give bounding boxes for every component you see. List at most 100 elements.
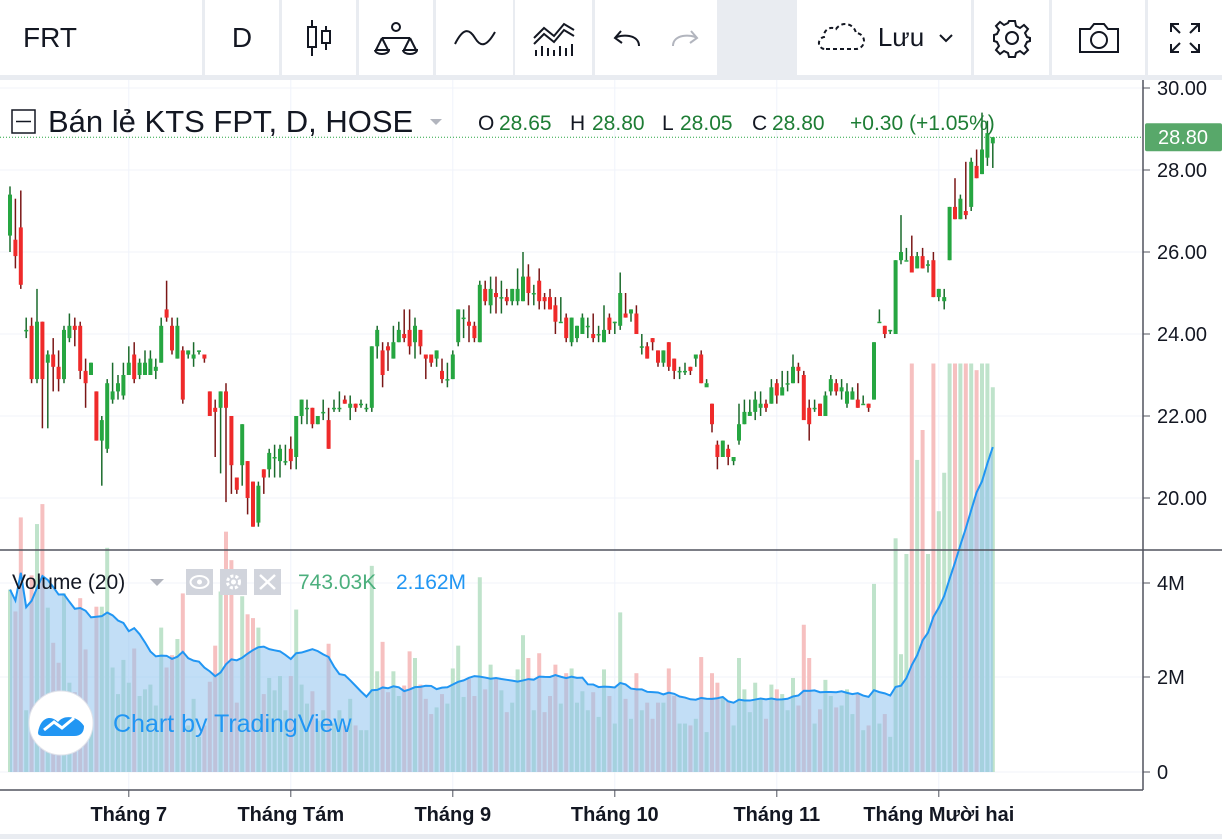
candle-body	[315, 416, 320, 425]
candle-body	[785, 383, 790, 385]
candle-body	[191, 354, 196, 359]
candle-body	[170, 325, 174, 351]
cloud-icon	[817, 22, 865, 50]
chart-canvas[interactable]: 30.00 28.00 26.00 24.00 22.00 20.00 4M 2M 0 Thá…	[0, 78, 1222, 834]
candle	[310, 407, 315, 429]
candle-body	[364, 407, 369, 410]
candle	[72, 317, 77, 347]
compare-button[interactable]	[436, 0, 513, 75]
candle-body	[299, 399, 304, 416]
volume-axis[interactable]: 4M 2M 0	[1143, 573, 1185, 784]
settings-button[interactable]	[974, 0, 1049, 75]
candle	[35, 288, 39, 384]
candle	[720, 440, 725, 457]
candle	[423, 354, 428, 380]
fullscreen-icon	[1170, 22, 1200, 53]
candle-body	[834, 383, 839, 392]
candle-body	[467, 321, 471, 326]
candle-body	[326, 420, 331, 449]
save-button[interactable]: Lưu	[797, 0, 971, 75]
interval-button[interactable]: D	[205, 0, 279, 75]
candle-body	[499, 297, 504, 299]
candle	[116, 375, 120, 400]
series-title[interactable]: Bán lẻ KTS FPT, D, HOSE	[48, 104, 413, 139]
candle	[796, 362, 801, 384]
volume-tick-label: 0	[1157, 762, 1168, 784]
candle	[305, 399, 309, 425]
snapshot-button[interactable]	[1052, 0, 1145, 75]
candle	[634, 305, 639, 334]
candle	[629, 309, 633, 322]
candle-body	[828, 379, 833, 392]
chart-style-button[interactable]	[282, 0, 356, 75]
candle	[40, 321, 45, 429]
candle	[402, 309, 407, 343]
candle-body	[526, 276, 531, 293]
candle	[380, 342, 385, 388]
high-value: 28.80	[592, 112, 645, 135]
candle-body	[839, 387, 844, 392]
time-axis[interactable]: Tháng 7 Tháng Tám Tháng 9 Tháng 10 Tháng 11 T…	[90, 790, 1014, 826]
candle	[845, 383, 849, 408]
volume-title[interactable]: Volume (20)	[12, 571, 125, 594]
undo-redo-group	[595, 0, 717, 75]
candle	[272, 444, 277, 478]
candle-body	[234, 477, 239, 490]
candle	[704, 379, 709, 388]
candle	[742, 399, 747, 425]
candle	[861, 395, 866, 406]
candle-body	[132, 354, 137, 380]
gear-icon[interactable]	[220, 569, 247, 595]
indicators-icon	[374, 21, 419, 55]
price-tick-label: 26.00	[1157, 242, 1207, 264]
candle-body	[747, 411, 752, 416]
caret-down-icon[interactable]	[430, 119, 442, 125]
candle-body	[661, 350, 666, 363]
candle	[105, 379, 110, 453]
candle	[364, 403, 369, 412]
candle	[888, 329, 893, 334]
candle-body	[774, 383, 779, 396]
eye-icon[interactable]	[186, 569, 213, 595]
candle	[882, 325, 887, 339]
chart-container[interactable]: 30.00 28.00 26.00 24.00 22.00 20.00 4M 2M 0 Thá…	[0, 78, 1222, 834]
candle	[234, 477, 239, 494]
candle	[488, 276, 493, 314]
candle	[240, 424, 245, 486]
candle	[510, 288, 515, 306]
candle	[472, 321, 477, 343]
candle	[531, 284, 536, 306]
candle-body	[207, 391, 212, 416]
candle	[656, 350, 660, 367]
candle-body	[980, 149, 984, 175]
candle-body	[553, 305, 558, 322]
candle	[553, 297, 558, 334]
candle	[909, 235, 914, 273]
candle	[731, 457, 736, 466]
candle	[526, 264, 531, 306]
candle	[13, 198, 18, 269]
templates-button[interactable]	[515, 0, 592, 75]
time-tick-label: Tháng 7	[90, 804, 167, 826]
candle	[904, 247, 909, 262]
candle	[591, 313, 596, 343]
candle	[661, 350, 666, 367]
symbol-search-button[interactable]: FRT	[0, 0, 202, 75]
price-tick-label: 28.00	[1157, 160, 1207, 182]
candle	[931, 252, 936, 298]
candle	[693, 354, 698, 367]
indicators-button[interactable]	[359, 0, 433, 75]
candle	[18, 190, 23, 289]
candle	[191, 342, 196, 367]
redo-icon[interactable]	[669, 26, 701, 50]
candle	[207, 391, 212, 416]
candle-body	[472, 325, 477, 339]
fullscreen-button[interactable]	[1148, 0, 1222, 75]
candle-body	[445, 379, 450, 381]
candle-body	[186, 350, 191, 355]
close-icon[interactable]	[254, 569, 281, 595]
undo-icon[interactable]	[611, 26, 643, 50]
candle-body	[548, 297, 552, 310]
candle	[936, 288, 941, 302]
candle	[542, 293, 547, 310]
